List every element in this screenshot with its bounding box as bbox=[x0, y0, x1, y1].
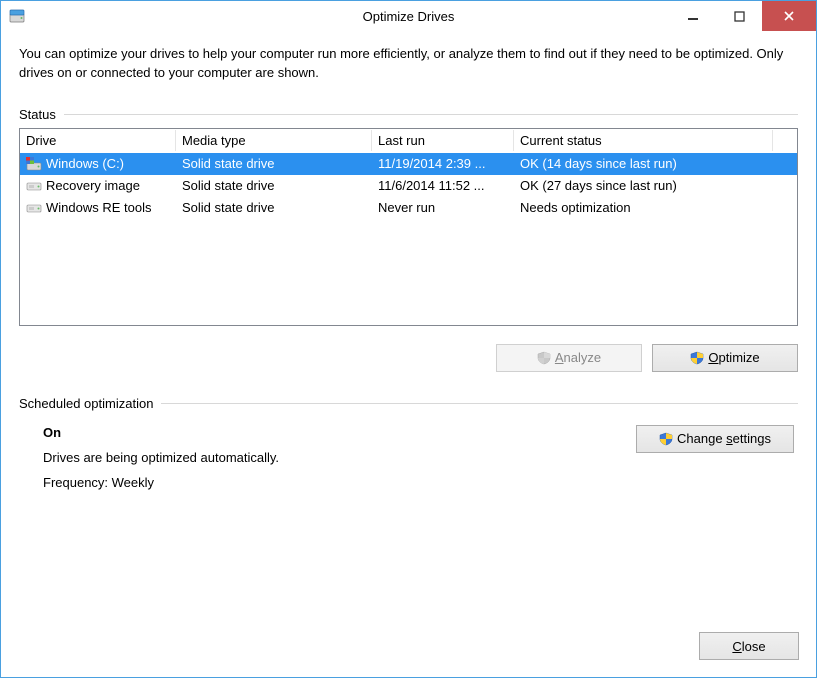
cell-media: Solid state drive bbox=[176, 178, 372, 193]
close-window-button[interactable] bbox=[762, 1, 816, 31]
divider bbox=[64, 114, 798, 115]
content-area: You can optimize your drives to help you… bbox=[1, 31, 816, 500]
window-controls bbox=[670, 1, 816, 31]
cell-media: Solid state drive bbox=[176, 156, 372, 171]
drive-name: Windows (C:) bbox=[46, 156, 124, 171]
hard-drive-icon bbox=[26, 200, 42, 216]
scheduled-section-header: Scheduled optimization bbox=[19, 396, 798, 411]
shield-icon bbox=[659, 432, 673, 446]
status-section-header: Status bbox=[19, 107, 798, 122]
maximize-button[interactable] bbox=[716, 1, 762, 31]
table-row[interactable]: Recovery image Solid state drive11/6/2014… bbox=[20, 175, 797, 197]
scheduled-label: Scheduled optimization bbox=[19, 396, 153, 411]
cell-status: OK (27 days since last run) bbox=[514, 178, 797, 193]
cell-status: OK (14 days since last run) bbox=[514, 156, 797, 171]
optimize-drives-app-icon bbox=[9, 8, 25, 24]
titlebar: Optimize Drives bbox=[1, 1, 816, 31]
hard-drive-icon bbox=[26, 178, 42, 194]
cell-status: Needs optimization bbox=[514, 200, 797, 215]
os-drive-icon bbox=[26, 156, 42, 172]
divider bbox=[161, 403, 798, 404]
scheduled-text: On Drives are being optimized automatica… bbox=[43, 425, 636, 490]
change-settings-wrap: Change settings bbox=[636, 425, 794, 490]
column-header-spacer bbox=[773, 138, 797, 144]
cell-media: Solid state drive bbox=[176, 200, 372, 215]
footer: Close bbox=[699, 632, 799, 660]
column-header-status[interactable]: Current status bbox=[514, 130, 773, 151]
intro-text: You can optimize your drives to help you… bbox=[19, 45, 798, 83]
analyze-button[interactable]: Analyze bbox=[496, 344, 642, 372]
table-row[interactable]: Windows RE tools Solid state driveNever r… bbox=[20, 197, 797, 219]
table-row[interactable]: Windows (C:) Solid state drive11/19/2014 … bbox=[20, 153, 797, 175]
cell-drive: Windows RE tools bbox=[20, 200, 176, 216]
cell-drive: Windows (C:) bbox=[20, 156, 176, 172]
scheduled-state: On bbox=[43, 425, 636, 440]
column-header-last[interactable]: Last run bbox=[372, 130, 514, 151]
cell-last: Never run bbox=[372, 200, 514, 215]
shield-icon bbox=[537, 351, 551, 365]
optimize-button[interactable]: Optimize bbox=[652, 344, 798, 372]
scheduled-body: On Drives are being optimized automatica… bbox=[19, 417, 798, 490]
cell-drive: Recovery image bbox=[20, 178, 176, 194]
cell-last: 11/19/2014 2:39 ... bbox=[372, 156, 514, 171]
change-settings-button[interactable]: Change settings bbox=[636, 425, 794, 453]
scheduled-freq: Frequency: Weekly bbox=[43, 475, 636, 490]
column-header-drive[interactable]: Drive bbox=[20, 130, 176, 151]
scheduled-desc: Drives are being optimized automatically… bbox=[43, 450, 636, 465]
column-header-media[interactable]: Media type bbox=[176, 130, 372, 151]
drive-table[interactable]: Drive Media type Last run Current status… bbox=[19, 128, 798, 326]
minimize-button[interactable] bbox=[670, 1, 716, 31]
table-header: Drive Media type Last run Current status bbox=[20, 129, 797, 153]
action-buttons-row: Analyze Optimize bbox=[19, 344, 798, 372]
shield-icon bbox=[690, 351, 704, 365]
drive-name: Windows RE tools bbox=[46, 200, 151, 215]
drive-name: Recovery image bbox=[46, 178, 140, 193]
close-button[interactable]: Close bbox=[699, 632, 799, 660]
cell-last: 11/6/2014 11:52 ... bbox=[372, 178, 514, 193]
status-label: Status bbox=[19, 107, 56, 122]
